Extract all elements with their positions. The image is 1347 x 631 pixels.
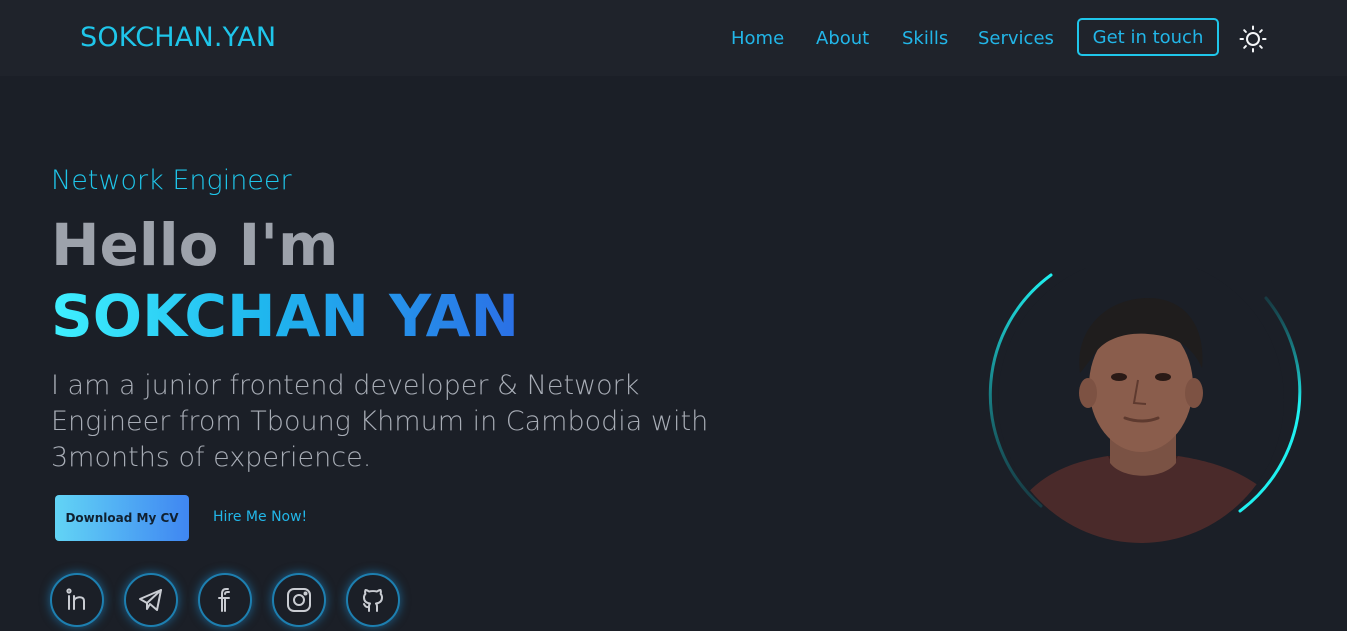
role-subtitle: Network Engineer	[51, 165, 292, 196]
hire-me-link[interactable]: Hire Me Now!	[213, 509, 307, 525]
instagram-link[interactable]	[272, 573, 326, 627]
instagram-icon	[287, 588, 311, 612]
facebook-icon	[218, 588, 230, 612]
facebook-link[interactable]	[198, 573, 252, 627]
name-heading: SOKCHAN YAN	[51, 282, 520, 350]
greeting-heading: Hello I'm	[51, 211, 339, 279]
linkedin-link[interactable]	[50, 573, 104, 627]
telegram-link[interactable]	[124, 573, 178, 627]
site-logo[interactable]: SOKCHAN.YAN	[80, 22, 276, 53]
nav-link-skills[interactable]: Skills	[902, 28, 948, 49]
navbar: SOKCHAN.YAN Home About Skills Services G…	[0, 0, 1347, 76]
download-cv-button[interactable]: Download My CV	[55, 495, 189, 541]
theme-toggle-button[interactable]	[1238, 24, 1268, 54]
get-in-touch-button[interactable]: Get in touch	[1077, 18, 1219, 56]
telegram-icon	[139, 589, 162, 611]
sun-icon	[1239, 25, 1267, 53]
linkedin-icon	[66, 588, 85, 610]
nav-link-home[interactable]: Home	[731, 28, 784, 49]
github-link[interactable]	[346, 573, 400, 627]
profile-portrait	[988, 268, 1304, 548]
nav-link-about[interactable]: About	[816, 28, 869, 49]
github-icon	[363, 589, 383, 612]
intro-paragraph: I am a junior frontend developer & Netwo…	[51, 370, 709, 473]
portrait-photo	[998, 268, 1284, 543]
nav-link-services[interactable]: Services	[978, 28, 1054, 49]
